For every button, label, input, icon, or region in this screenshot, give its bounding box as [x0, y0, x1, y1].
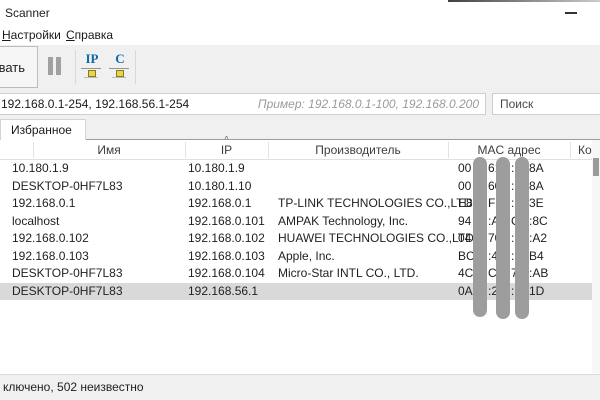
cell-name: 192.168.0.102	[12, 230, 89, 248]
c-icon-line2	[112, 77, 126, 78]
cell-mac-fragment: B4	[529, 248, 544, 266]
cell-mac-fragment: 8A	[529, 178, 544, 196]
cell-name: 192.168.0.103	[12, 248, 89, 266]
toolbar-separator	[75, 50, 76, 84]
redaction-bar	[473, 157, 487, 317]
menu-item-help[interactable]: Справка	[66, 26, 113, 45]
cell-mac-fragment: :	[511, 178, 514, 196]
cell-manufacturer: HUAWEI TECHNOLOGIES CO.,LTD	[278, 230, 474, 248]
search-input[interactable]: Поиск	[492, 93, 600, 115]
cell-name: 10.180.1.9	[12, 160, 69, 178]
status-text: ключено, 502 неизвестно	[3, 375, 144, 400]
menu-settings-accel: Н	[2, 28, 11, 42]
cell-ip: 192.168.0.1	[188, 195, 251, 213]
scan-button[interactable]: вать	[0, 46, 38, 88]
ip-scan-icon[interactable]: IP	[80, 51, 104, 83]
vertical-scrollbar[interactable]	[592, 140, 600, 373]
cell-mac-fragment: 00	[458, 178, 471, 196]
cell-mac-fragment: :AB	[529, 265, 548, 283]
scrollbar-thumb[interactable]	[593, 158, 599, 176]
redaction-bar	[515, 157, 529, 319]
ip-range-input[interactable]: 192.168.0.1-254, 192.168.56.1-254 Пример…	[0, 93, 486, 115]
minimize-button[interactable]	[556, 0, 586, 24]
cell-mac-fragment: :	[511, 248, 514, 266]
c-icon-line	[109, 68, 129, 69]
pause-icon[interactable]	[48, 57, 53, 75]
ip-range-hint: Пример: 192.168.0.1-100, 192.168.0.200	[258, 94, 479, 114]
column-header-mac[interactable]: MAC адрес	[448, 140, 570, 159]
cell-ip: 192.168.56.1	[188, 283, 258, 301]
ip-icon-node	[88, 70, 96, 77]
redaction-bar	[496, 157, 510, 319]
address-row: 192.168.0.1-254, 192.168.56.1-254 Пример…	[0, 90, 600, 118]
cell-name: DESKTOP-0HF7L83	[12, 265, 123, 283]
toolbar: вать IP C	[0, 45, 600, 90]
cell-ip: 192.168.0.101	[188, 213, 265, 231]
column-header-manufacturer[interactable]: Производитель	[268, 140, 448, 159]
cell-ip: 192.168.0.103	[188, 248, 265, 266]
cell-mac-fragment: :	[511, 195, 514, 213]
status-bar: ключено, 502 неизвестно	[0, 374, 600, 400]
cell-name: DESKTOP-0HF7L83	[12, 178, 123, 196]
c-icon-label: C	[108, 51, 132, 67]
pause-icon[interactable]	[56, 57, 61, 75]
ip-icon-line2	[84, 77, 98, 78]
tab-favorites[interactable]: Избранное	[0, 119, 86, 140]
c-scan-icon[interactable]: C	[108, 51, 132, 83]
cell-mac-fragment: 1D	[529, 283, 544, 301]
menu-help-label: правка	[75, 28, 113, 42]
column-header-ip[interactable]: IP	[185, 140, 268, 159]
cell-mac-fragment: 8A	[529, 160, 544, 178]
cell-mac-fragment: 94	[458, 213, 471, 231]
cell-name: DESKTOP-0HF7L83	[12, 283, 123, 301]
minimize-icon	[565, 12, 577, 14]
c-icon-node	[116, 70, 124, 77]
title-bar: Scanner	[0, 0, 600, 26]
window-title: Scanner	[5, 0, 50, 26]
cell-mac-fragment: :	[511, 230, 514, 248]
cell-ip: 192.168.0.104	[188, 265, 265, 283]
cell-mac-fragment: E8	[458, 195, 473, 213]
app-window: Scanner Настройки Справка вать IP C	[0, 0, 600, 400]
cell-mac-fragment: :A2	[529, 230, 547, 248]
cell-mac-fragment: 4C	[458, 265, 473, 283]
cell-mac-fragment: :8C	[529, 213, 548, 231]
menu-bar: Настройки Справка	[0, 26, 600, 45]
cell-ip: 10.180.1.9	[188, 160, 245, 178]
device-list: 10.180.1.9 10.180.1.9 00 61: : 8A DESKTO…	[0, 160, 600, 301]
menu-item-settings[interactable]: Настройки	[2, 26, 61, 45]
cell-mac-fragment: 3E	[529, 195, 544, 213]
column-separator	[570, 142, 571, 158]
cell-mac-fragment: 0A	[458, 283, 473, 301]
menu-settings-label: астройки	[11, 28, 61, 42]
cell-mac-fragment: :	[511, 283, 514, 301]
ip-range-value: 192.168.0.1-254, 192.168.56.1-254	[1, 94, 189, 114]
ip-icon-line	[81, 68, 101, 69]
cell-ip: 192.168.0.102	[188, 230, 265, 248]
search-placeholder: Поиск	[500, 94, 533, 114]
column-header-name[interactable]: Имя	[33, 140, 185, 159]
cell-mac-fragment: 00	[458, 160, 471, 178]
tab-strip: Избранное	[0, 118, 600, 140]
cell-mac-fragment: :	[511, 160, 514, 178]
tab-favorites-label: Избранное	[11, 120, 72, 140]
cell-manufacturer: TP-LINK TECHNOLOGIES CO.,LTD.	[278, 195, 476, 213]
cell-mac-fragment: 04	[458, 230, 471, 248]
menu-help-accel: С	[66, 28, 75, 42]
cell-manufacturer: Micro-Star INTL CO., LTD.	[278, 265, 419, 283]
cell-name: localhost	[12, 213, 59, 231]
cell-ip: 10.180.1.10	[188, 178, 251, 196]
toolbar-separator	[135, 50, 136, 84]
cell-manufacturer: Apple, Inc.	[278, 248, 335, 266]
cell-name: 192.168.0.1	[12, 195, 75, 213]
cell-manufacturer: AMPAK Technology, Inc.	[278, 213, 408, 231]
ip-icon-label: IP	[80, 51, 104, 67]
